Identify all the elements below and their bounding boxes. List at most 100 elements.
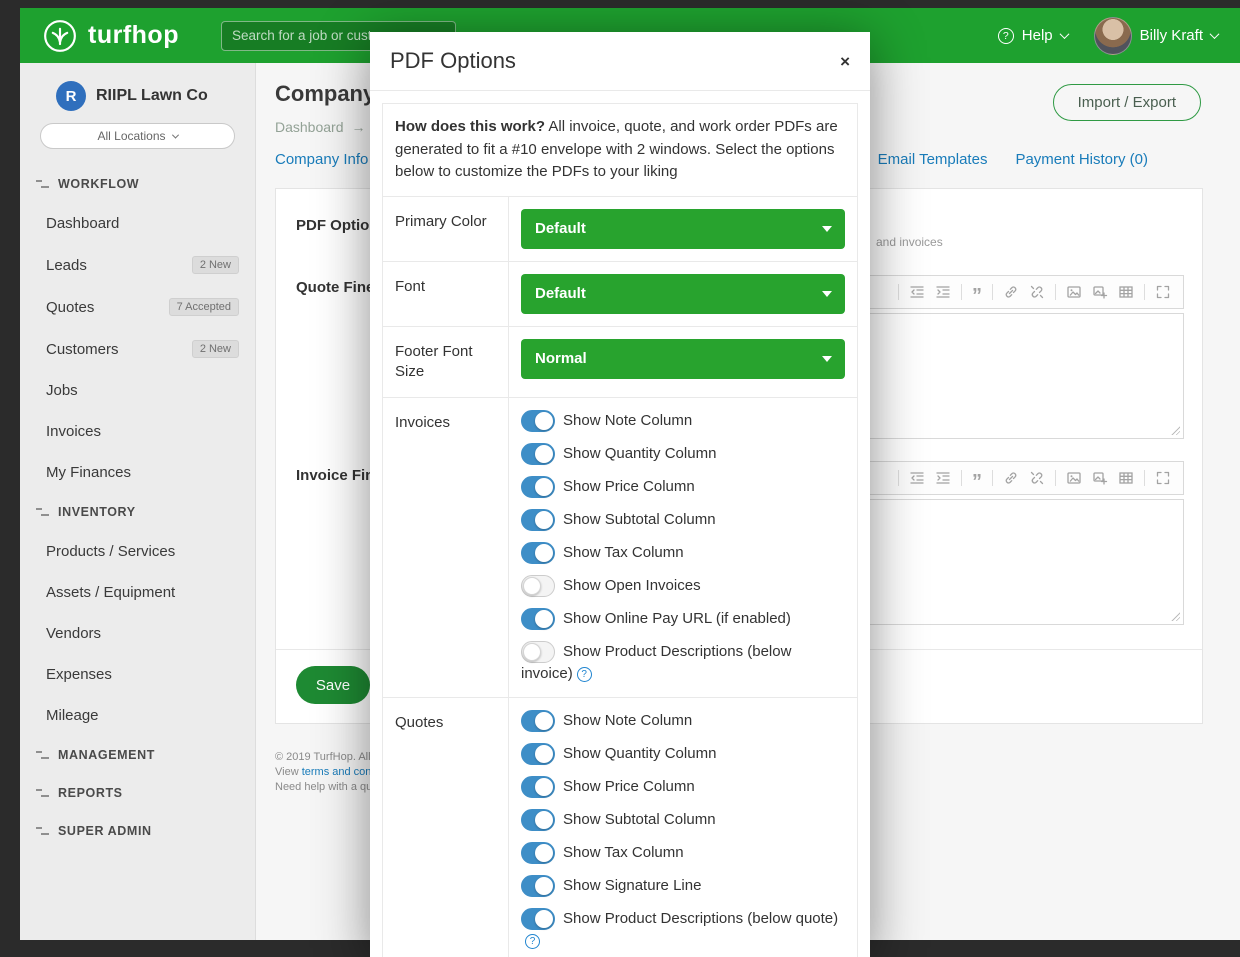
unlink-icon[interactable] — [1029, 284, 1045, 300]
outdent-icon[interactable] — [909, 470, 925, 486]
sidebar-section-super-admin[interactable]: SUPER ADMIN — [20, 812, 255, 850]
footer-font-size-select[interactable]: Normal — [521, 339, 845, 379]
primary-color-select[interactable]: Default — [521, 209, 845, 249]
toggle-label: Show Quantity Column — [563, 745, 716, 762]
toggle-show-product-descriptions-invoice[interactable] — [521, 641, 555, 663]
sidebar-item-expenses[interactable]: Expenses — [20, 654, 255, 695]
sidebar-section-inventory[interactable]: INVENTORY — [20, 493, 255, 531]
toggle-show-quantity-column[interactable] — [521, 743, 555, 765]
image-add-icon[interactable] — [1092, 284, 1108, 300]
toggle-show-price-column[interactable] — [521, 776, 555, 798]
primary-color-value: Default — [535, 220, 586, 237]
unlink-icon[interactable] — [1029, 470, 1045, 486]
help-icon[interactable]: ? — [577, 667, 592, 682]
toggle-label: Show Price Column — [563, 778, 695, 795]
toggle-show-open-invoices[interactable] — [521, 575, 555, 597]
caret-down-icon — [822, 291, 832, 297]
navbar-right-group: ? Help Billy Kraft — [998, 17, 1218, 55]
toggle-show-tax-column[interactable] — [521, 842, 555, 864]
toggle-label: Show Signature Line — [563, 877, 701, 894]
blockquote-icon[interactable]: ” — [972, 469, 982, 487]
sidebar-item-label: Expenses — [46, 666, 112, 683]
blockquote-icon[interactable]: ” — [972, 283, 982, 301]
sidebar-item-assets-equipment[interactable]: Assets / Equipment — [20, 572, 255, 613]
help-menu[interactable]: ? Help — [998, 27, 1068, 44]
sidebar-item-label: Customers — [46, 341, 119, 358]
sidebar-item-dashboard[interactable]: Dashboard — [20, 203, 255, 244]
tab-email-templates[interactable]: Email Templates — [878, 151, 988, 168]
toggle-show-online-pay-url[interactable] — [521, 608, 555, 630]
primary-color-label: Primary Color — [383, 196, 509, 261]
tabs-right-group: Email Templates Payment History (0) — [878, 151, 1148, 168]
toggle-show-tax-column[interactable] — [521, 542, 555, 564]
toggle-show-subtotal-column[interactable] — [521, 509, 555, 531]
sidebar-item-label: My Finances — [46, 464, 131, 481]
help-icon[interactable]: ? — [525, 934, 540, 949]
toggle-show-subtotal-column[interactable] — [521, 809, 555, 831]
sidebar-item-quotes[interactable]: Quotes7 Accepted — [20, 286, 255, 328]
link-icon[interactable] — [1003, 470, 1019, 486]
toggle-label: Show Product Descriptions (below quote) — [563, 910, 838, 927]
import-export-button[interactable]: Import / Export — [1053, 84, 1201, 121]
toggle-show-note-column[interactable] — [521, 410, 555, 432]
sidebar-item-label: Dashboard — [46, 215, 119, 232]
chevron-down-icon — [171, 131, 178, 138]
resize-handle-icon[interactable] — [1170, 611, 1180, 621]
toggle-row: Show Quantity Column — [521, 443, 845, 465]
brand-logo[interactable]: turfhop — [42, 18, 179, 54]
image-icon[interactable] — [1066, 470, 1082, 486]
modal-body: How does this work? All invoice, quote, … — [370, 91, 870, 957]
indent-icon[interactable] — [935, 284, 951, 300]
sidebar-item-invoices[interactable]: Invoices — [20, 411, 255, 452]
quotes-badge: 7 Accepted — [169, 298, 239, 316]
toggle-show-price-column[interactable] — [521, 476, 555, 498]
toggle-show-signature-line[interactable] — [521, 875, 555, 897]
toggle-label: Show Open Invoices — [563, 577, 701, 594]
close-icon[interactable]: × — [840, 53, 850, 70]
outdent-icon[interactable] — [909, 284, 925, 300]
tab-company-info[interactable]: Company Info — [275, 151, 368, 168]
sidebar-item-label: Assets / Equipment — [46, 584, 175, 601]
toggle-label: Show Note Column — [563, 712, 692, 729]
table-icon[interactable] — [1118, 470, 1134, 486]
toggle-label: Show Quantity Column — [563, 445, 716, 462]
terms-link[interactable]: terms and cond — [302, 766, 378, 778]
toggle-knob — [523, 577, 541, 595]
toolbar-divider — [992, 470, 993, 486]
indent-icon[interactable] — [935, 470, 951, 486]
sidebar-item-customers[interactable]: Customers 2 New — [20, 328, 255, 370]
user-avatar[interactable] — [1094, 17, 1132, 55]
image-add-icon[interactable] — [1092, 470, 1108, 486]
sidebar-item-mileage[interactable]: Mileage — [20, 695, 255, 736]
toggle-show-quantity-column[interactable] — [521, 443, 555, 465]
tab-payment-history[interactable]: Payment History (0) — [1015, 151, 1148, 168]
chevron-down-icon — [1059, 29, 1069, 39]
image-icon[interactable] — [1066, 284, 1082, 300]
sidebar-item-jobs[interactable]: Jobs — [20, 370, 255, 411]
toggle-show-product-descriptions-quote[interactable] — [521, 908, 555, 930]
sidebar-item-label: Products / Services — [46, 543, 175, 560]
link-icon[interactable] — [1003, 284, 1019, 300]
sidebar-section-reports[interactable]: REPORTS — [20, 774, 255, 812]
location-selector[interactable]: All Locations — [40, 123, 235, 149]
toggle-knob — [535, 877, 553, 895]
breadcrumb-dashboard[interactable]: Dashboard — [275, 119, 344, 135]
fullscreen-icon[interactable] — [1155, 470, 1171, 486]
table-icon[interactable] — [1118, 284, 1134, 300]
customers-badge: 2 New — [192, 340, 239, 358]
toggle-show-note-column[interactable] — [521, 710, 555, 732]
sidebar-item-vendors[interactable]: Vendors — [20, 613, 255, 654]
sidebar-section-workflow[interactable]: WORKFLOW — [20, 165, 255, 203]
user-menu[interactable]: Billy Kraft — [1094, 17, 1218, 55]
sidebar-item-my-finances[interactable]: My Finances — [20, 452, 255, 493]
toolbar-divider — [992, 284, 993, 300]
sidebar-section-management[interactable]: MANAGEMENT — [20, 736, 255, 774]
fullscreen-icon[interactable] — [1155, 284, 1171, 300]
sidebar-item-products-services[interactable]: Products / Services — [20, 531, 255, 572]
font-select[interactable]: Default — [521, 274, 845, 314]
save-button[interactable]: Save — [296, 666, 370, 704]
sidebar-item-leads[interactable]: Leads2 New — [20, 244, 255, 286]
resize-handle-icon[interactable] — [1170, 425, 1180, 435]
section-label: SUPER ADMIN — [58, 824, 152, 838]
section-label: WORKFLOW — [58, 177, 139, 191]
